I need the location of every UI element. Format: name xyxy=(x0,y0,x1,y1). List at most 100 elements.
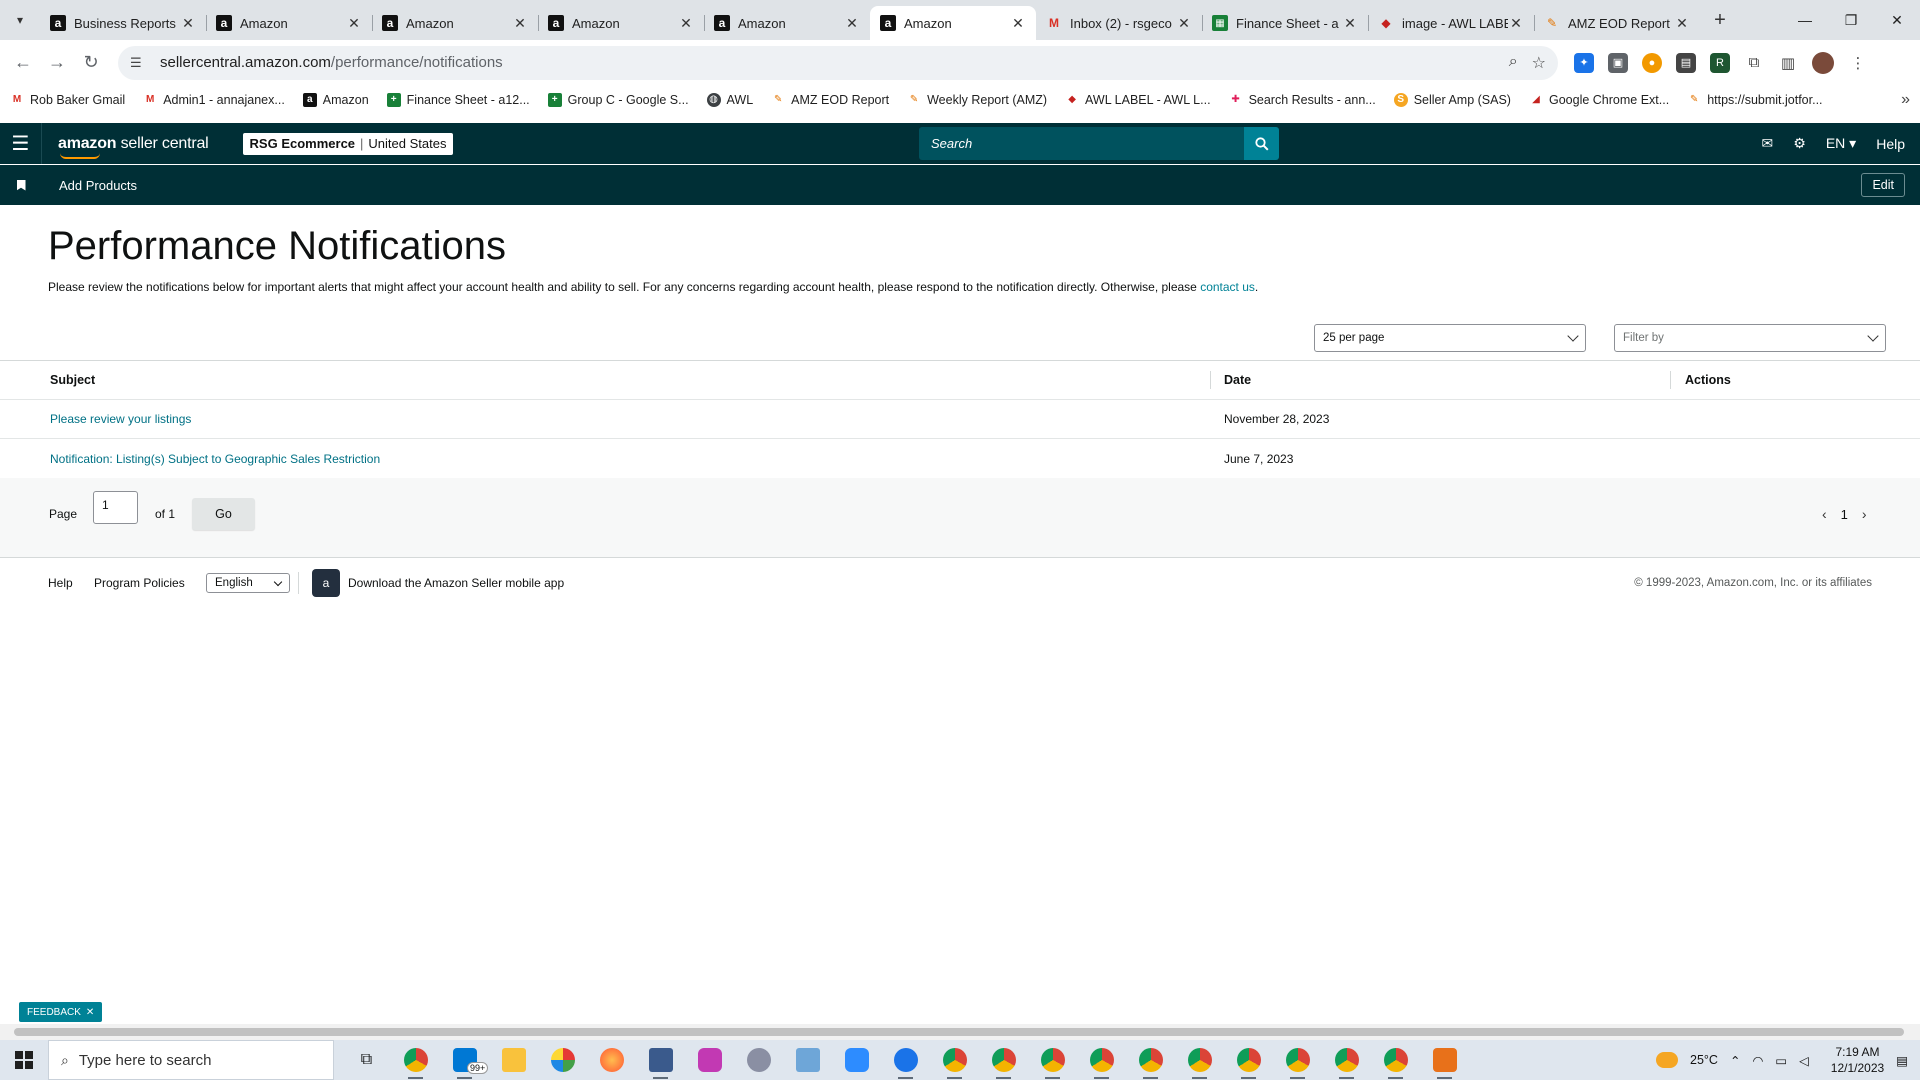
nav-add-products[interactable]: Add Products xyxy=(59,178,137,193)
mobile-app-link[interactable]: a Download the Amazon Seller mobile app xyxy=(312,569,564,597)
filter-select[interactable]: Filter by xyxy=(1614,324,1886,352)
horizontal-scrollbar[interactable] xyxy=(0,1024,1920,1040)
network-icon[interactable]: ◠ xyxy=(1752,1053,1763,1068)
bookmark[interactable]: ◢ Google Chrome Ext... xyxy=(1529,93,1669,107)
browser-tab[interactable]: a Amazon ✕ xyxy=(206,6,372,40)
address-bar[interactable]: ☰ sellercentral.amazon.com/performance/n… xyxy=(118,45,1558,80)
bookmark[interactable]: M Admin1 - annajanex... xyxy=(143,93,285,107)
bookmark[interactable]: + Group C - Google S... xyxy=(547,92,689,107)
close-icon[interactable]: ✕ xyxy=(1674,15,1690,32)
mail-icon[interactable]: 99+ xyxy=(440,1040,489,1080)
site-info-icon[interactable]: ☰ xyxy=(130,55,150,71)
zoom-app-icon[interactable] xyxy=(832,1040,881,1080)
edit-button[interactable]: Edit xyxy=(1861,173,1905,197)
bookmark[interactable]: M Rob Baker Gmail xyxy=(10,93,125,107)
browser-tab[interactable]: ✎ AMZ EOD Report ✕ xyxy=(1534,6,1700,40)
current-page[interactable]: 1 xyxy=(1841,507,1848,522)
taskbar-search[interactable]: ⌕ Type here to search xyxy=(48,1040,334,1080)
browser-tab[interactable]: a Amazon ✕ xyxy=(704,6,870,40)
search-button[interactable] xyxy=(1244,127,1279,160)
chrome-icon[interactable] xyxy=(1273,1040,1322,1080)
bookmark[interactable]: ✚ Search Results - ann... xyxy=(1229,93,1375,107)
search-input[interactable]: Search xyxy=(919,127,1244,160)
menu-kebab-icon[interactable]: ⋮ xyxy=(1848,52,1868,73)
zoom-icon[interactable]: ⌕ xyxy=(1509,53,1518,73)
firefox-icon[interactable] xyxy=(587,1040,636,1080)
chrome-icon[interactable] xyxy=(1175,1040,1224,1080)
notepad-icon[interactable] xyxy=(783,1040,832,1080)
extension-icon[interactable]: ▤ xyxy=(1676,52,1696,73)
close-icon[interactable]: ✕ xyxy=(1010,15,1026,32)
back-icon[interactable]: ← xyxy=(8,48,38,78)
close-icon[interactable]: ✕ xyxy=(1342,15,1358,32)
notification-subject-link[interactable]: Notification: Listing(s) Subject to Geog… xyxy=(50,452,380,466)
menu-hamburger-icon[interactable]: ☰ xyxy=(0,123,42,164)
bookmark[interactable]: ✎ AMZ EOD Report xyxy=(771,93,889,107)
side-panel-icon[interactable]: ▥ xyxy=(1778,52,1798,73)
bookmark[interactable]: ✎ https://submit.jotfor... xyxy=(1687,93,1823,107)
volume-icon[interactable]: ◁ xyxy=(1799,1053,1809,1068)
extension-icon[interactable]: ● xyxy=(1642,52,1662,73)
browser-tab[interactable]: M Inbox (2) - rsgeco ✕ xyxy=(1036,6,1202,40)
browser-tab[interactable]: a Amazon ✕ xyxy=(538,6,704,40)
seller-central-logo[interactable]: amazon seller central xyxy=(58,135,209,159)
notifications-icon[interactable]: ▤ xyxy=(1896,1053,1908,1068)
program-policies-link[interactable]: Program Policies xyxy=(94,576,185,590)
bookmark[interactable]: ◆ AWL LABEL - AWL L... xyxy=(1065,93,1210,107)
snip-icon[interactable] xyxy=(734,1040,783,1080)
chrome-icon[interactable] xyxy=(1126,1040,1175,1080)
tab-search-chevron-icon[interactable]: ▾ xyxy=(6,6,34,34)
browser-tab[interactable]: a Business Reports ✕ xyxy=(40,6,206,40)
chrome-icon[interactable] xyxy=(1224,1040,1273,1080)
restore-icon[interactable]: ❐ xyxy=(1828,0,1874,40)
browser-tab-active[interactable]: a Amazon ✕ xyxy=(870,6,1036,40)
close-icon[interactable]: ✕ xyxy=(86,1007,94,1018)
close-icon[interactable]: ✕ xyxy=(346,15,362,32)
bookmark-icon[interactable] xyxy=(0,179,42,191)
tray-chevron-icon[interactable]: ⌃ xyxy=(1730,1053,1740,1068)
reload-icon[interactable]: ↻ xyxy=(76,48,106,78)
browser-tab[interactable]: ◆ image - AWL LABE ✕ xyxy=(1368,6,1534,40)
battery-icon[interactable]: ▭ xyxy=(1775,1053,1787,1068)
chrome-icon[interactable] xyxy=(391,1040,440,1080)
app-w-icon[interactable] xyxy=(685,1040,734,1080)
column-date[interactable]: Date xyxy=(1224,373,1251,387)
window-close-icon[interactable]: ✕ xyxy=(1874,0,1920,40)
chrome-icon[interactable] xyxy=(1322,1040,1371,1080)
close-icon[interactable]: ✕ xyxy=(678,15,694,32)
close-icon[interactable]: ✕ xyxy=(844,15,860,32)
bookmark[interactable]: ◍ AWL xyxy=(706,92,753,107)
photos-icon[interactable] xyxy=(538,1040,587,1080)
help-link[interactable]: Help xyxy=(1876,136,1905,152)
go-button[interactable]: Go xyxy=(192,498,255,530)
chrome-icon[interactable] xyxy=(979,1040,1028,1080)
close-icon[interactable]: ✕ xyxy=(180,15,196,32)
temperature[interactable]: 25°C xyxy=(1690,1053,1718,1067)
language-selector[interactable]: EN ▾ xyxy=(1826,135,1856,152)
chrome-icon[interactable] xyxy=(1028,1040,1077,1080)
account-switcher[interactable]: RSG Ecommerce | United States xyxy=(242,132,454,155)
browser-tab[interactable]: a Amazon ✕ xyxy=(372,6,538,40)
close-icon[interactable]: ✕ xyxy=(1176,15,1192,32)
bookmark-star-icon[interactable]: ☆ xyxy=(1532,53,1546,73)
chrome-icon[interactable] xyxy=(1077,1040,1126,1080)
mail-icon[interactable]: ✉ xyxy=(1762,135,1774,152)
profile-avatar[interactable] xyxy=(1812,51,1834,74)
contact-us-link[interactable]: contact us xyxy=(1200,280,1255,294)
extension-icon[interactable]: R xyxy=(1710,52,1730,73)
puzzle-icon[interactable]: ⧉ xyxy=(1744,52,1764,73)
footer-language-select[interactable]: English xyxy=(206,573,290,593)
close-icon[interactable]: ✕ xyxy=(1508,15,1524,32)
per-page-select[interactable]: 25 per page xyxy=(1314,324,1586,352)
chevron-right-icon[interactable]: › xyxy=(1862,506,1867,522)
extension-icon[interactable]: ✦ xyxy=(1574,52,1594,73)
calculator-icon[interactable] xyxy=(636,1040,685,1080)
notification-subject-link[interactable]: Please review your listings xyxy=(50,412,191,426)
file-explorer-icon[interactable] xyxy=(489,1040,538,1080)
minimize-icon[interactable]: — xyxy=(1782,0,1828,40)
scrollbar-thumb[interactable] xyxy=(14,1028,1904,1036)
browser-tab[interactable]: ▦ Finance Sheet - a ✕ xyxy=(1202,6,1368,40)
more-bookmarks-icon[interactable]: » xyxy=(1901,91,1910,109)
close-icon[interactable]: ✕ xyxy=(512,15,528,32)
page-number-input[interactable]: 1 xyxy=(93,491,138,524)
